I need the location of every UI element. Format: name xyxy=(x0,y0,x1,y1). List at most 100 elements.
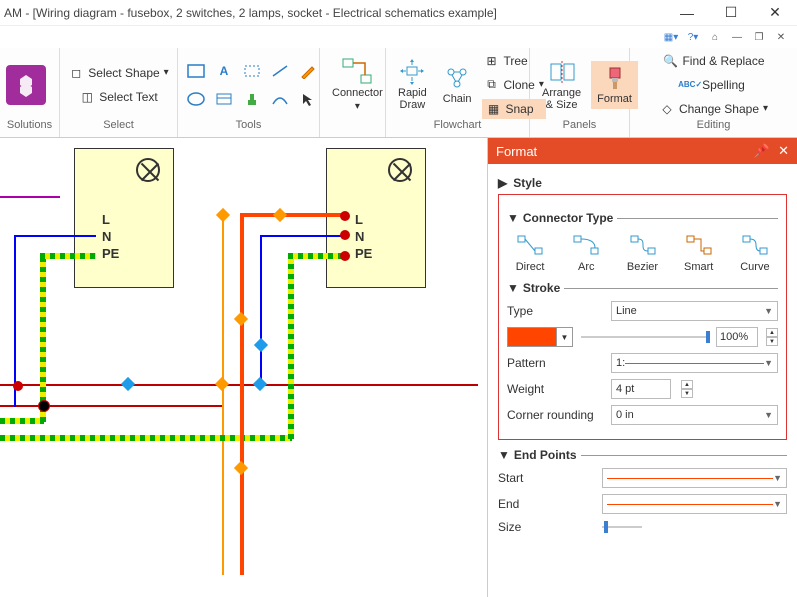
terminal-n-icon xyxy=(340,230,350,240)
select-text-icon: ◫ xyxy=(79,89,95,105)
stamp-tool-icon[interactable] xyxy=(240,87,264,111)
expand-arrow-icon: ▼ xyxy=(507,281,519,295)
connector-arc-button[interactable]: Arc xyxy=(563,233,609,273)
change-shape-icon: ◇ xyxy=(659,101,675,117)
region-tool-icon[interactable] xyxy=(212,87,236,111)
connector-type-section[interactable]: ▼Connector Type xyxy=(507,211,778,225)
help-icon[interactable]: ?▾ xyxy=(685,30,701,44)
arrange-icon xyxy=(548,59,576,85)
size-label: Size xyxy=(498,520,594,534)
select-text-button[interactable]: ◫Select Text xyxy=(77,87,159,107)
connector-icon xyxy=(341,57,373,85)
pin-icon[interactable]: 📌 xyxy=(754,143,770,159)
terminal-pe-icon xyxy=(340,251,350,261)
select-shape-button[interactable]: ◻Select Shape ▾ xyxy=(66,63,170,83)
bezier-icon xyxy=(629,233,657,257)
opacity-up-icon[interactable]: ▲ xyxy=(766,328,778,337)
app-logo-icon[interactable] xyxy=(6,65,46,105)
minimize-doc-icon[interactable]: — xyxy=(729,30,745,44)
tree-icon: ⊞ xyxy=(484,53,500,69)
layout-icon[interactable]: ▦▾ xyxy=(663,30,679,44)
end-endpoint-dropdown[interactable]: ▼ xyxy=(602,494,787,514)
ribbon-group-editing: Editing xyxy=(636,119,791,135)
pattern-dropdown[interactable]: 1:▼ xyxy=(611,353,778,373)
start-label: Start xyxy=(498,471,594,485)
rectangle-tool-icon[interactable] xyxy=(184,59,208,83)
format-panel-body[interactable]: ▶Style ▼Connector Type Direct Arc Bezier… xyxy=(488,164,797,597)
find-icon: 🔍 xyxy=(662,53,678,69)
lamp-2-labels: LNPE xyxy=(355,212,372,263)
ribbon-group-select: Select xyxy=(66,119,171,135)
snap-icon: ▦ xyxy=(486,101,502,117)
collapse-arrow-icon: ▶ xyxy=(498,176,507,190)
text-tool-icon[interactable]: A xyxy=(212,59,236,83)
arc-tool-icon[interactable] xyxy=(268,87,292,111)
size-slider[interactable] xyxy=(602,526,642,528)
opacity-slider[interactable] xyxy=(581,336,710,338)
connector-direct-button[interactable]: Direct xyxy=(507,233,553,273)
change-shape-button[interactable]: ◇Change Shape ▾ xyxy=(657,99,770,119)
corner-rounding-dropdown[interactable]: 0 in▼ xyxy=(611,405,778,425)
connector-tool-icon[interactable] xyxy=(268,59,292,83)
canvas[interactable]: LNPE LNPE xyxy=(0,138,487,597)
tools-grid: A xyxy=(184,59,320,111)
endpoints-section[interactable]: ▼End Points xyxy=(498,448,787,462)
close-button[interactable]: ✕ xyxy=(753,0,797,26)
find-replace-button[interactable]: 🔍Find & Replace xyxy=(660,51,766,71)
select-shape-icon: ◻ xyxy=(68,65,84,81)
restore-doc-icon[interactable]: ❐ xyxy=(751,30,767,44)
stroke-color-swatch[interactable] xyxy=(507,327,557,347)
weight-down-icon[interactable]: ▼ xyxy=(681,389,693,398)
highlighted-section: ▼Connector Type Direct Arc Bezier Smart … xyxy=(498,194,787,440)
start-endpoint-dropdown[interactable]: ▼ xyxy=(602,468,787,488)
chain-button[interactable]: Chain xyxy=(437,61,478,109)
type-label: Type xyxy=(507,304,603,318)
pattern-label: Pattern xyxy=(507,356,603,370)
chain-icon xyxy=(444,65,470,91)
lamp-1-labels: LNPE xyxy=(102,212,119,263)
maximize-button[interactable]: ☐ xyxy=(709,0,753,26)
paintbrush-icon xyxy=(602,65,628,91)
weight-up-icon[interactable]: ▲ xyxy=(681,380,693,389)
ellipse-tool-icon[interactable] xyxy=(184,87,208,111)
home-icon[interactable]: ⌂ xyxy=(707,30,723,44)
format-panel-header: Format 📌 ✕ xyxy=(488,138,797,164)
connector-bezier-button[interactable]: Bezier xyxy=(619,233,665,273)
window-controls: — ☐ ✕ xyxy=(665,0,797,26)
pencil-tool-icon[interactable] xyxy=(296,59,320,83)
terminal-l-icon xyxy=(340,211,350,221)
style-section-toggle[interactable]: ▶Style xyxy=(498,176,787,190)
lamp-1-symbol-icon xyxy=(136,158,160,182)
weight-label: Weight xyxy=(507,382,603,396)
corner-label: Corner rounding xyxy=(507,408,603,422)
expand-arrow-icon: ▼ xyxy=(498,448,510,462)
curve-icon xyxy=(741,233,769,257)
arrange-size-button[interactable]: Arrange & Size xyxy=(536,55,587,115)
line-tool-icon[interactable] xyxy=(240,59,264,83)
format-panel: Format 📌 ✕ ▶Style ▼Connector Type Direct… xyxy=(487,138,797,597)
spelling-button[interactable]: ABC✓Spelling xyxy=(680,75,747,95)
close-doc-icon[interactable]: ✕ xyxy=(773,30,789,44)
connector-button[interactable]: Connector▾ xyxy=(326,53,389,116)
weight-input[interactable]: 4 pt xyxy=(611,379,671,399)
ribbon-group-panels: Panels xyxy=(536,119,623,135)
minimize-button[interactable]: — xyxy=(665,0,709,26)
ribbon-group-flowchart: Flowchart xyxy=(392,119,523,135)
spelling-icon: ABC✓ xyxy=(682,77,698,93)
opacity-down-icon[interactable]: ▼ xyxy=(766,337,778,346)
opacity-value[interactable]: 100% xyxy=(716,327,758,347)
connector-curve-button[interactable]: Curve xyxy=(732,233,778,273)
rapid-draw-icon xyxy=(398,59,426,85)
smart-icon xyxy=(685,233,713,257)
arc-icon xyxy=(572,233,600,257)
stroke-section[interactable]: ▼Stroke xyxy=(507,281,778,295)
rapid-draw-button[interactable]: Rapid Draw xyxy=(392,55,433,115)
close-panel-icon[interactable]: ✕ xyxy=(778,143,789,159)
connector-smart-button[interactable]: Smart xyxy=(676,233,722,273)
solutions-label: Solutions xyxy=(6,119,53,135)
color-dropdown-icon[interactable]: ▼ xyxy=(557,327,573,347)
expand-arrow-icon: ▼ xyxy=(507,211,519,225)
stroke-type-dropdown[interactable]: Line▼ xyxy=(611,301,778,321)
clone-icon: ⧉ xyxy=(484,77,500,93)
pointer-tool-icon[interactable] xyxy=(296,87,320,111)
